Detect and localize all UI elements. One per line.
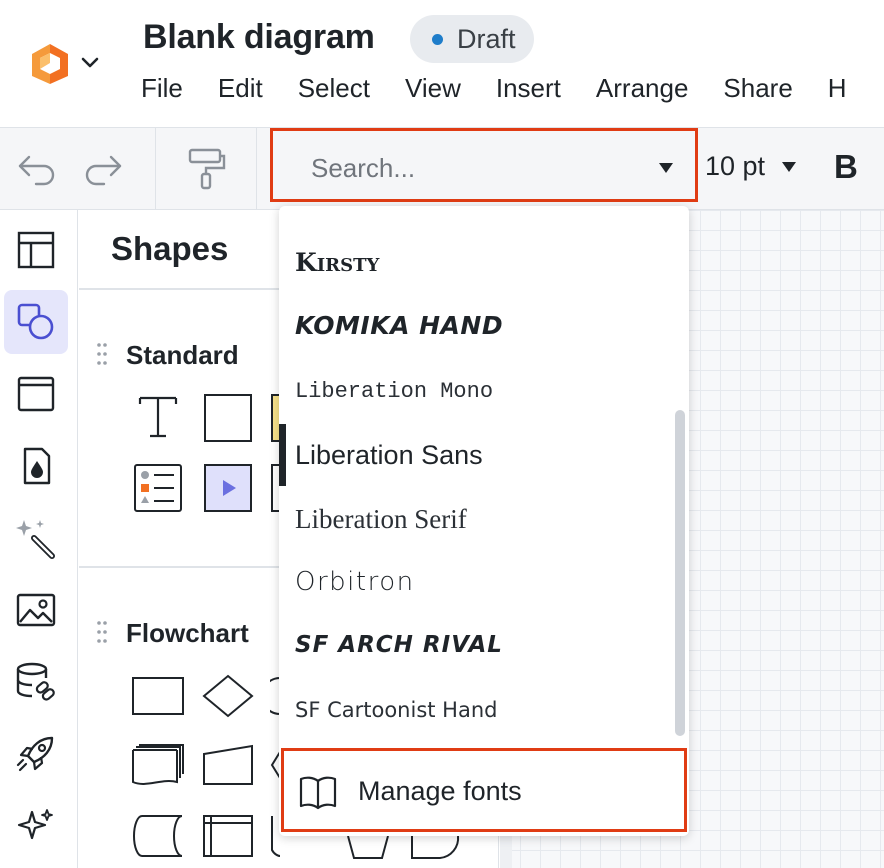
status-badge[interactable]: Draft xyxy=(410,15,534,63)
image-button[interactable] xyxy=(4,578,68,642)
menu-arrange[interactable]: Arrange xyxy=(596,70,689,106)
page-layout-icon xyxy=(17,231,55,269)
font-option-orbitron[interactable]: Orbitron xyxy=(295,567,415,597)
multi-document-shape-icon[interactable] xyxy=(132,744,184,788)
text-shape-icon[interactable] xyxy=(136,394,180,438)
stored-data-shape-icon[interactable] xyxy=(132,814,184,858)
fill-drop-icon xyxy=(23,447,51,485)
bold-button[interactable]: B xyxy=(834,148,858,186)
data-link-icon xyxy=(16,662,55,701)
note-shape-icon[interactable] xyxy=(271,394,279,442)
shape-partial-icon[interactable] xyxy=(271,464,279,512)
section-title-standard[interactable]: Standard xyxy=(126,340,239,371)
menu-bar: File Edit Select View Insert Arrange Sha… xyxy=(141,70,882,106)
dropdown-scrollbar[interactable] xyxy=(675,410,685,736)
drag-handle-icon[interactable] xyxy=(96,620,108,644)
chevron-down-icon[interactable] xyxy=(80,55,100,71)
toolbar-divider xyxy=(155,128,156,210)
format-painter-icon[interactable] xyxy=(184,144,228,192)
off-page-shape-partial-icon[interactable] xyxy=(346,834,390,860)
image-icon xyxy=(16,593,56,627)
font-search-field[interactable] xyxy=(270,128,698,202)
rocket-icon xyxy=(16,736,54,772)
menu-help[interactable]: H xyxy=(828,70,847,106)
sparkle-button[interactable] xyxy=(4,794,68,858)
lucid-logo-icon[interactable] xyxy=(28,42,72,86)
manual-input-shape-icon[interactable] xyxy=(202,744,254,788)
magic-wand-icon xyxy=(16,520,55,559)
delay-shape-partial-icon[interactable] xyxy=(410,834,462,860)
status-badge-label: Draft xyxy=(457,23,516,54)
dropdown-edge-marker xyxy=(279,424,286,486)
frame-button[interactable] xyxy=(4,362,68,426)
shapes-panel-title: Shapes xyxy=(111,230,229,267)
font-option-sf-arch-rival[interactable]: SF ARCH RIVAL xyxy=(295,632,503,658)
font-option-komika-hand[interactable]: KOMIKA HAND xyxy=(295,311,503,340)
sparkle-icon xyxy=(17,809,53,840)
font-search-input[interactable] xyxy=(311,153,611,184)
menu-edit[interactable]: Edit xyxy=(218,70,263,106)
font-size-caret-icon[interactable] xyxy=(780,160,798,174)
shapes-button[interactable] xyxy=(4,290,68,354)
dropdown-caret-icon[interactable] xyxy=(657,161,675,175)
rectangle-shape-icon[interactable] xyxy=(204,394,252,442)
toolbar-divider xyxy=(256,128,257,210)
data-link-button[interactable] xyxy=(4,650,68,714)
book-icon xyxy=(299,776,337,810)
magic-wand-button[interactable] xyxy=(4,506,68,570)
internal-storage-shape-icon[interactable] xyxy=(202,814,254,858)
rocket-button[interactable] xyxy=(4,722,68,786)
drag-handle-icon[interactable] xyxy=(96,342,108,366)
font-size-value[interactable]: 10 pt xyxy=(705,151,765,182)
fill-button[interactable] xyxy=(4,434,68,498)
redo-icon[interactable] xyxy=(82,148,126,188)
undo-icon[interactable] xyxy=(14,148,58,188)
menu-share[interactable]: Share xyxy=(723,70,792,106)
video-shape-icon[interactable] xyxy=(204,464,252,512)
document-title[interactable]: Blank diagram xyxy=(143,18,375,57)
shapes-icon xyxy=(17,303,54,340)
list-shape-icon[interactable] xyxy=(134,464,182,512)
font-option-liberation-mono[interactable]: Liberation Mono xyxy=(295,379,493,404)
menu-file[interactable]: File xyxy=(141,70,183,106)
manage-fonts-label: Manage fonts xyxy=(358,776,522,806)
menu-view[interactable]: View xyxy=(405,70,461,106)
status-dot-icon xyxy=(432,33,443,45)
process-shape-icon[interactable] xyxy=(132,676,184,716)
menu-select[interactable]: Select xyxy=(298,70,370,106)
frame-icon xyxy=(17,376,55,412)
font-option-sf-cartoonist-hand[interactable]: SF Cartoonist Hand xyxy=(295,698,497,722)
font-option-liberation-sans[interactable]: Liberation Sans xyxy=(295,440,483,471)
decision-shape-icon[interactable] xyxy=(202,674,254,718)
page-layout-button[interactable] xyxy=(4,218,68,282)
section-title-flowchart[interactable]: Flowchart xyxy=(126,618,249,649)
font-option-kirsty[interactable]: Kirsty xyxy=(295,248,379,277)
menu-insert[interactable]: Insert xyxy=(496,70,561,106)
font-option-liberation-serif[interactable]: Liberation Serif xyxy=(295,504,467,535)
